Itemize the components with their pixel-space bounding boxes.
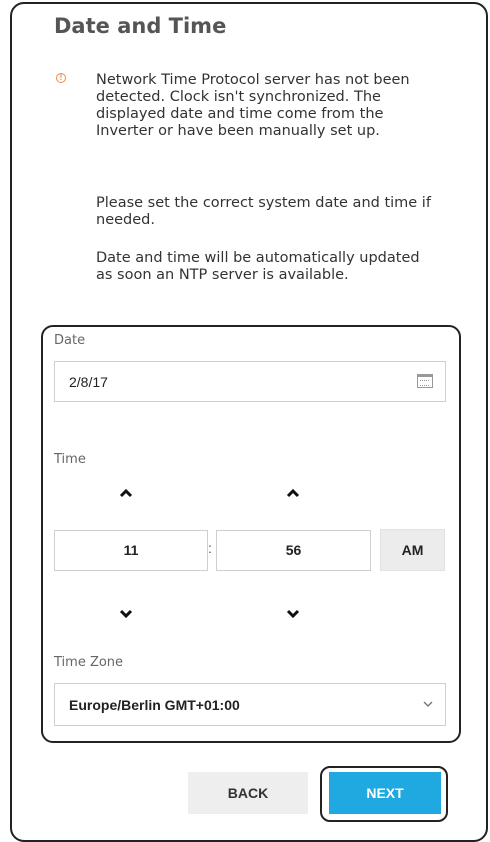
timezone-label: Time Zone <box>54 655 124 670</box>
time-separator: : <box>208 540 212 556</box>
hours-up-chevron-icon[interactable] <box>119 488 133 498</box>
warning-circle-icon: ! <box>56 73 66 83</box>
date-value: 2/8/17 <box>69 374 108 390</box>
timezone-select[interactable]: Europe/Berlin GMT+01:00 <box>54 683 446 726</box>
next-button[interactable]: NEXT <box>329 772 441 814</box>
am-pm-toggle-button[interactable]: AM <box>380 529 445 571</box>
timezone-value: Europe/Berlin GMT+01:00 <box>69 697 240 713</box>
time-label: Time <box>54 452 86 467</box>
minutes-down-chevron-icon[interactable] <box>286 609 300 619</box>
set-date-hint: Please set the correct system date and t… <box>96 195 431 228</box>
hours-input[interactable]: 11 <box>54 530 208 571</box>
date-input[interactable]: 2/8/17 <box>54 361 446 402</box>
calendar-icon[interactable] <box>417 374 433 388</box>
back-button[interactable]: BACK <box>188 772 308 814</box>
ntp-warning-text: Network Time Protocol server has not bee… <box>96 72 410 139</box>
auto-update-hint: Date and time will be automatically upda… <box>96 250 420 283</box>
date-label: Date <box>54 333 86 348</box>
chevron-down-icon <box>423 701 433 707</box>
hours-down-chevron-icon[interactable] <box>119 609 133 619</box>
page-title: Date and Time <box>54 14 227 38</box>
minutes-up-chevron-icon[interactable] <box>286 488 300 498</box>
minutes-input[interactable]: 56 <box>216 530 371 571</box>
